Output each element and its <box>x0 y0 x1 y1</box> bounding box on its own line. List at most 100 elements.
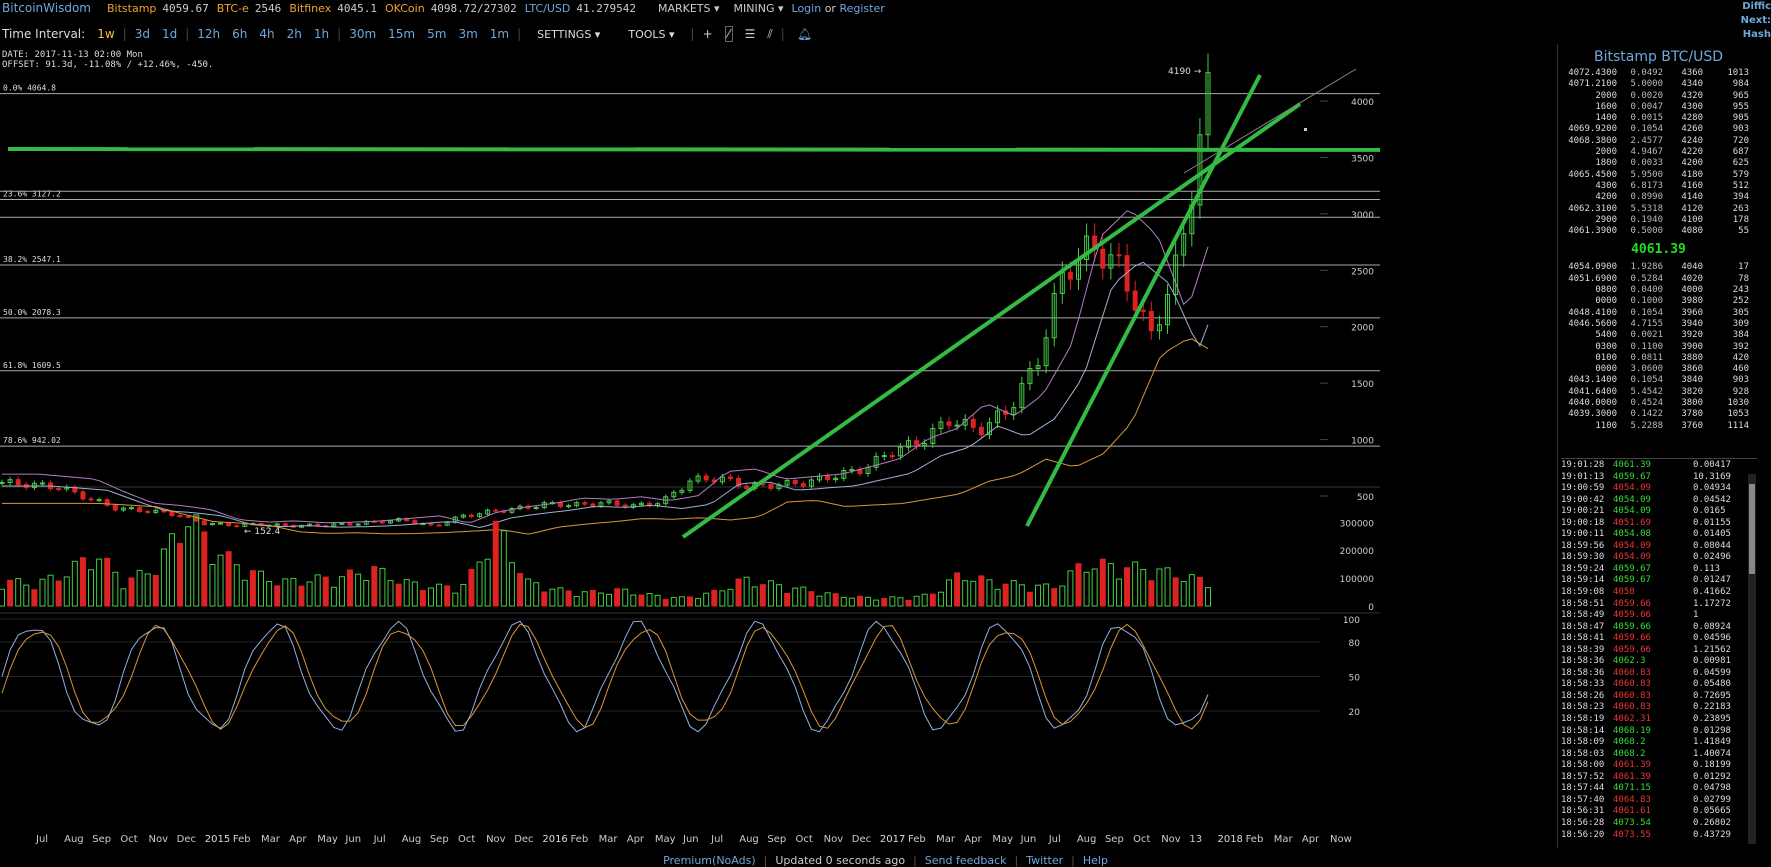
volume-bar <box>541 591 548 607</box>
trade-amount: 0.18199 <box>1693 760 1731 771</box>
brand-logo[interactable]: BitcoinWisdom <box>2 1 91 15</box>
interval-2h[interactable]: 2h <box>287 27 302 41</box>
order-book-cell: 4080 <box>1681 226 1703 237</box>
trade-price: 4054.09 <box>1613 540 1651 551</box>
volume-bar <box>112 571 119 607</box>
trade-history-scrollbar[interactable] <box>1748 474 1756 844</box>
volume-bar <box>306 581 313 607</box>
hlines-tool-icon[interactable]: ☰ <box>745 27 756 41</box>
interval-1d[interactable]: 1d <box>162 27 177 41</box>
help-link[interactable]: Help <box>1083 854 1108 867</box>
order-book-cell: 0.5284 <box>1630 273 1663 284</box>
premium-link[interactable]: Premium(NoAds) <box>663 854 756 867</box>
trade-row: 18:58:03 4068.2 1.40074 <box>1561 749 1757 761</box>
order-book-cell: 392 <box>1732 341 1749 352</box>
trade-amount: 0.113 <box>1693 563 1721 574</box>
volume-bar <box>1018 584 1025 607</box>
interval-1m[interactable]: 1m <box>490 27 509 41</box>
market-ticker[interactable]: LTC/USD 41.279542 <box>525 2 636 15</box>
markets-menu[interactable]: MARKETS ▾ <box>658 2 720 15</box>
trade-amount: 0.04599 <box>1693 667 1731 678</box>
trade-price: 4061.39 <box>1613 760 1651 771</box>
volume-bar <box>776 584 783 607</box>
time-axis-label: Mar <box>261 834 280 845</box>
trade-time: 18:58:23 <box>1561 702 1605 713</box>
mining-menu[interactable]: MINING ▾ <box>734 2 784 15</box>
interval-4h[interactable]: 4h <box>259 27 274 41</box>
time-axis-label: Sep <box>767 834 787 845</box>
time-axis-label: Nov <box>148 834 169 845</box>
volume-bar <box>330 586 337 607</box>
trade-row: 18:58:09 4068.2 1.41849 <box>1561 737 1757 749</box>
volume-bar <box>1132 561 1139 607</box>
tools-menu[interactable]: TOOLS ▾ <box>628 28 674 41</box>
alert-bell-icon[interactable]: 🔔︎ <box>797 27 812 41</box>
interval-5m[interactable]: 5m <box>427 27 446 41</box>
time-axis-label: 2017 <box>879 834 906 845</box>
volume-bar <box>322 576 329 607</box>
volume-bar <box>298 585 305 607</box>
trade-history[interactable]: 19:01:28 4061.39 0.00417 19:01:13 4059.67 10.… <box>1561 460 1757 846</box>
order-book-cell: 4300 <box>1595 180 1617 191</box>
interval-15m[interactable]: 15m <box>388 27 415 41</box>
trade-time: 18:59:56 <box>1561 540 1605 551</box>
time-axis-label: Aug <box>401 834 422 845</box>
volume-bar <box>735 578 742 607</box>
volume-bar <box>1091 568 1098 607</box>
order-book-row: 5400 0.0021 3920 384 <box>1561 330 1756 341</box>
crosshair-tool-icon[interactable]: + <box>703 27 713 41</box>
send-feedback-link[interactable]: Send feedback <box>925 854 1007 867</box>
trade-price: 4059.66 <box>1613 633 1651 644</box>
candle-body <box>347 522 353 526</box>
interval-1w[interactable]: 1w <box>97 27 114 41</box>
trade-row: 18:59:30 4054.09 0.02496 <box>1561 552 1757 564</box>
price-chart[interactable]: 50010001500200025003000350040000.0% 4064… <box>0 44 1380 834</box>
order-book-cell: 3900 <box>1681 341 1703 352</box>
order-book-cell: 1100 <box>1595 420 1617 431</box>
volume-bar <box>144 573 151 607</box>
order-book-cell: 0.0033 <box>1630 158 1663 169</box>
market-ticker[interactable]: OKCoin 4098.72/27302 <box>385 2 517 15</box>
scroll-thumb[interactable] <box>1749 484 1755 574</box>
hash-label[interactable]: Hash <box>1735 28 1771 42</box>
market-ticker[interactable]: Bitstamp 4059.67 <box>107 2 209 15</box>
interval-6h[interactable]: 6h <box>232 27 247 41</box>
order-book-cell: 928 <box>1732 386 1749 397</box>
fib-tool-icon[interactable]: ⫽ <box>767 27 772 42</box>
volume-bar <box>476 561 483 607</box>
interval-30m[interactable]: 30m <box>349 27 376 41</box>
order-book-cell: 3860 <box>1681 364 1703 375</box>
line-tool-icon[interactable]: ⁄ <box>724 26 733 42</box>
time-axis-label: Apr <box>1301 834 1320 845</box>
twitter-link[interactable]: Twitter <box>1026 854 1063 867</box>
trade-price: 4068.2 <box>1613 748 1646 759</box>
order-book-row: 4040.0000 0.4524 3800 1030 <box>1561 398 1756 409</box>
trade-amount: 0.23895 <box>1693 714 1731 725</box>
interval-3d[interactable]: 3d <box>135 27 150 41</box>
order-book-cell: 4071.2100 <box>1568 79 1617 90</box>
difficulty-label[interactable]: Diffic <box>1735 0 1771 14</box>
market-ticker[interactable]: BTC-e 2546 <box>217 2 282 15</box>
volume-bar <box>395 583 402 607</box>
trade-row: 19:00:21 4054.09 0.0165 <box>1561 506 1757 518</box>
trade-row: 18:58:19 4062.31 0.23895 <box>1561 714 1757 726</box>
settings-menu[interactable]: SETTINGS ▾ <box>537 28 600 41</box>
interval-12h[interactable]: 12h <box>197 27 220 41</box>
interval-1h[interactable]: 1h <box>314 27 329 41</box>
volume-bar <box>31 589 38 607</box>
login-link[interactable]: Login <box>792 2 822 15</box>
market-ticker[interactable]: Bitfinex 4045.1 <box>289 2 377 15</box>
trade-amount: 1 <box>1693 610 1699 621</box>
trade-time: 18:58:51 <box>1561 598 1605 609</box>
next-label[interactable]: Next: <box>1735 14 1771 28</box>
time-axis-label: Jul <box>373 834 386 845</box>
order-book-row: 0000 0.1000 3980 252 <box>1561 296 1756 307</box>
register-link[interactable]: Register <box>839 2 884 15</box>
interval-3m[interactable]: 3m <box>458 27 477 41</box>
trade-amount: 0.41662 <box>1693 587 1731 598</box>
volume-bar <box>290 577 297 607</box>
volume-bar <box>217 554 224 607</box>
volume-bar <box>1107 563 1114 607</box>
time-axis-label: Dec <box>851 834 872 845</box>
time-axis-label: Jul <box>711 834 724 845</box>
